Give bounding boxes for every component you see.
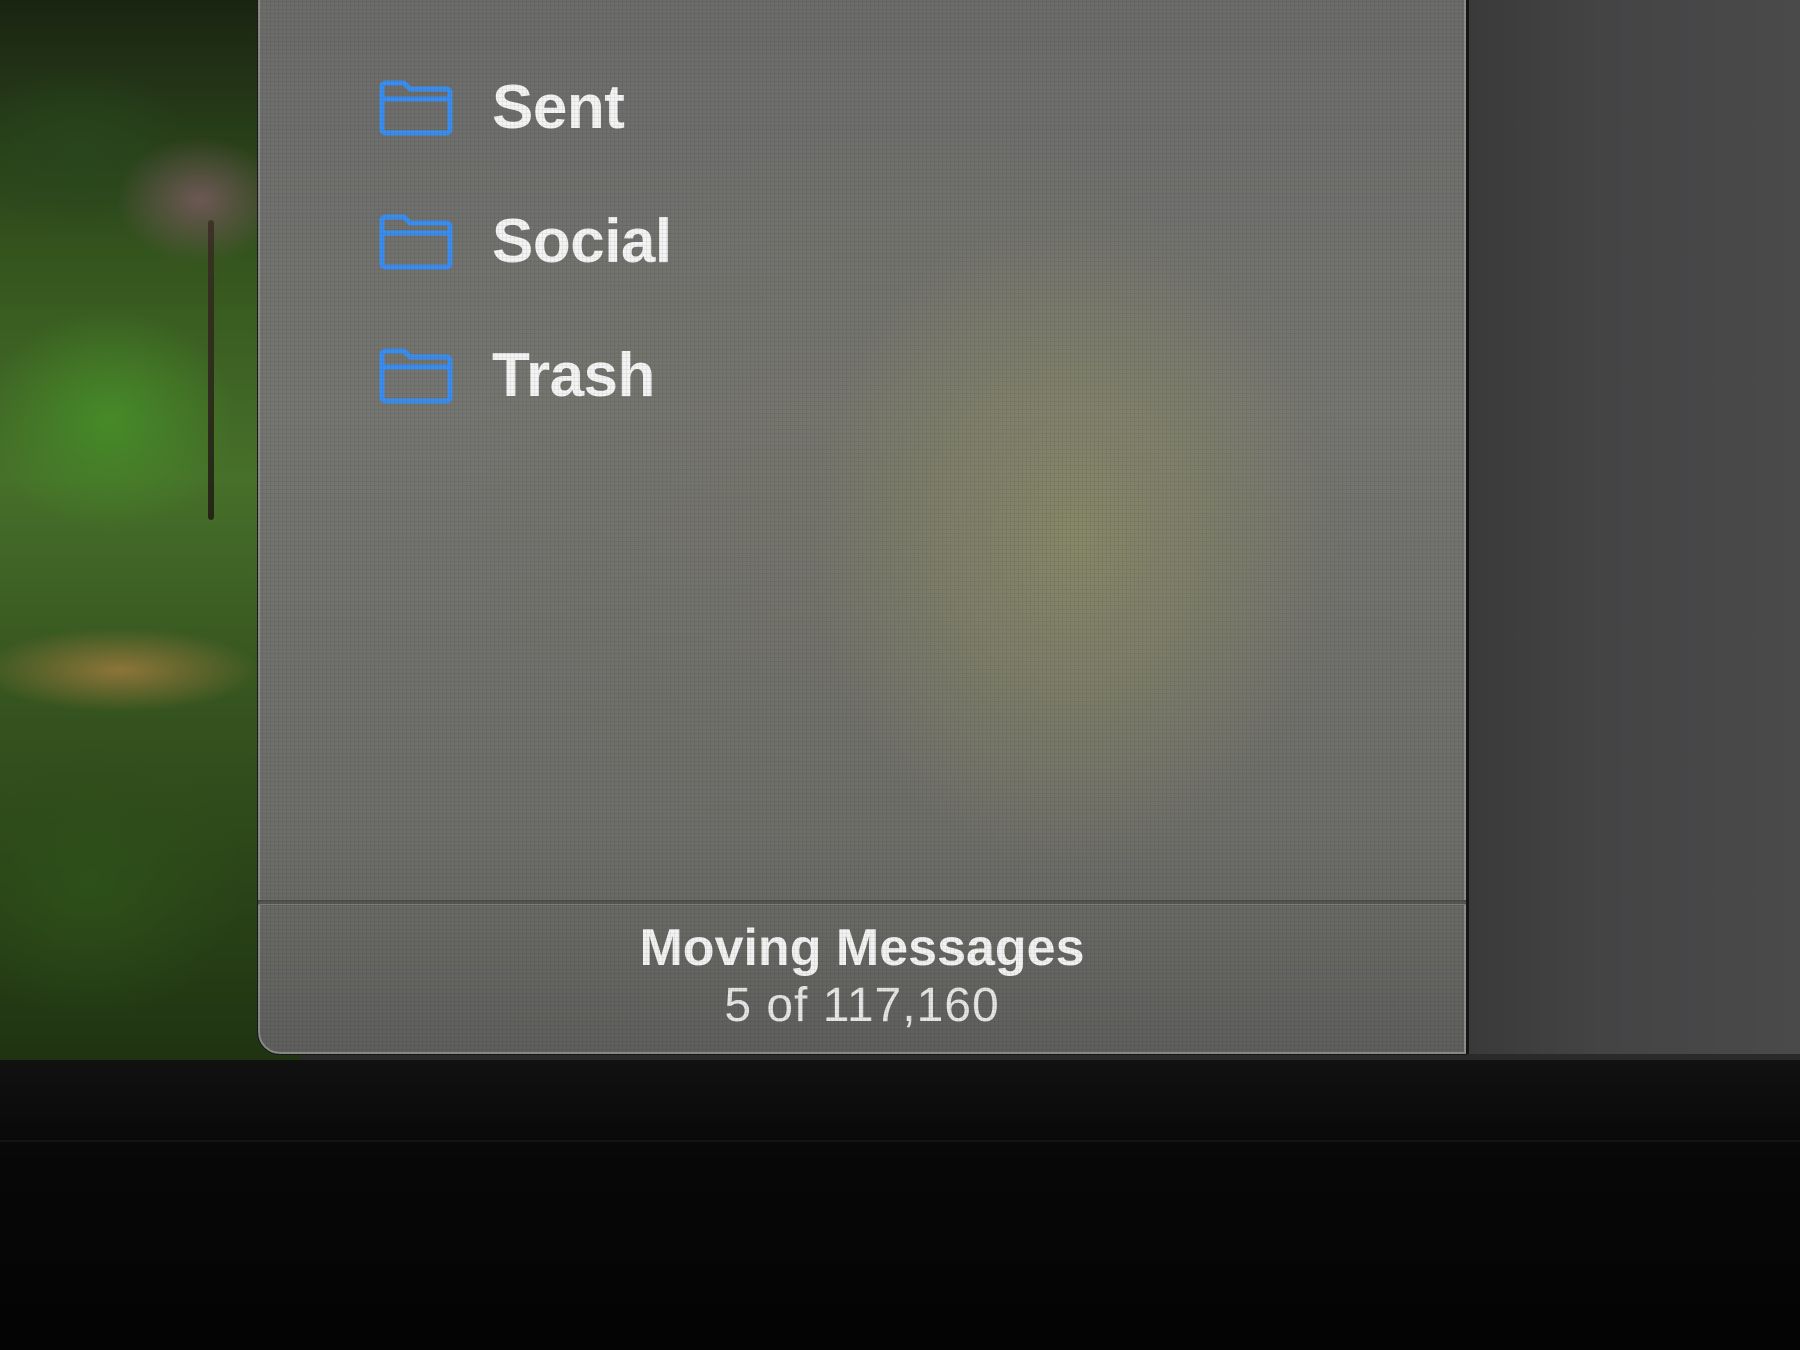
status-title: Moving Messages xyxy=(639,919,1085,977)
bezel-edge xyxy=(0,1140,1800,1142)
mailbox-item-sent[interactable]: Sent xyxy=(378,40,672,174)
display-screen: Sent Social Trash Moving Messages 5 of 1 xyxy=(0,0,1800,1060)
mailbox-label: Social xyxy=(492,206,672,276)
folder-icon xyxy=(379,348,453,404)
folder-icon xyxy=(379,214,453,270)
message-list-pane xyxy=(1466,0,1800,1054)
folder-icon xyxy=(379,80,453,136)
mailbox-label: Sent xyxy=(492,72,625,142)
desktop-wallpaper xyxy=(0,0,300,1060)
mailbox-list: Sent Social Trash xyxy=(378,40,672,442)
mailbox-item-trash[interactable]: Trash xyxy=(378,308,672,442)
wallpaper-tree xyxy=(208,220,214,520)
laptop-bezel xyxy=(0,1060,1800,1350)
mailbox-item-social[interactable]: Social xyxy=(378,174,672,308)
mail-sidebar: Sent Social Trash Moving Messages 5 of 1 xyxy=(258,0,1466,1054)
mailbox-label: Trash xyxy=(492,340,655,410)
activity-status: Moving Messages 5 of 117,160 xyxy=(258,918,1466,1034)
status-progress: 5 of 117,160 xyxy=(724,979,1000,1032)
sidebar-divider xyxy=(258,900,1466,905)
